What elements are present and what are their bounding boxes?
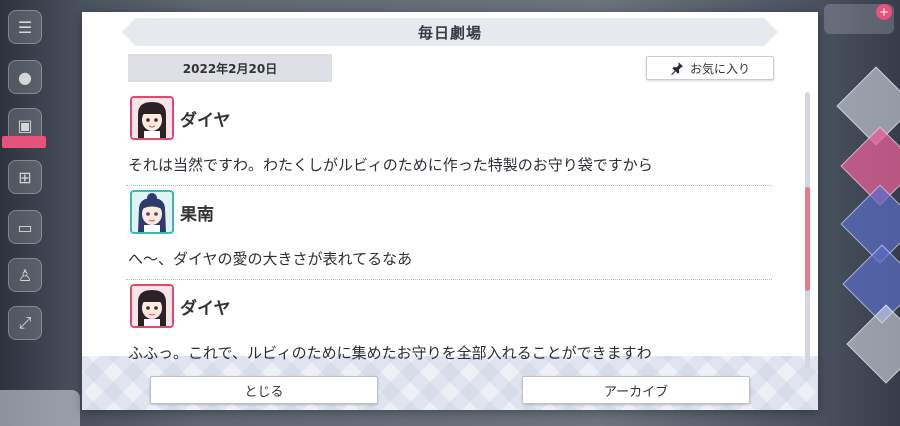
dialog-title-bar: 毎日劇場 (122, 18, 778, 46)
dia-avatar (130, 284, 174, 328)
fullscreen-icon[interactable]: ⤢ (8, 306, 42, 340)
theater-icon[interactable]: ▭ (8, 210, 42, 244)
menu-tile-5[interactable] (846, 304, 900, 384)
trophy-icon[interactable]: ♙ (8, 258, 42, 292)
scrollbar[interactable] (805, 92, 810, 368)
dialog-title: 毎日劇場 (417, 23, 482, 42)
speaker-name: 果南 (180, 205, 214, 225)
close-button[interactable]: とじる (150, 376, 378, 404)
message-text: それは当然ですわ。わたくしがルビィのために作った特製のお守り袋ですから (128, 156, 653, 174)
favorite-button[interactable]: お気に入り (646, 56, 774, 80)
dia-avatar (130, 96, 174, 140)
message-list[interactable]: ダイヤ それは当然ですわ。わたくしがルビィのために作った特製のお守り袋ですから … (126, 92, 772, 368)
message-item: ダイヤ それは当然ですわ。わたくしがルビィのために作った特製のお守り袋ですから (126, 92, 772, 186)
date-label: 2022年2月20日 (128, 54, 332, 82)
left-menu-rail: ☰ ● ▣ ⊞ ▭ ♙ ⤢ (0, 0, 52, 426)
speaker-name: ダイヤ (180, 299, 231, 319)
message-item: ダイヤ ふふっ。これで、ルビィのために集めたお守りを全部入れることができますわ (126, 280, 772, 368)
menu-tile-3[interactable] (840, 184, 900, 264)
pin-icon (671, 62, 683, 75)
present-icon[interactable]: ⊞ (8, 160, 42, 194)
message-item: 果南 へ〜、ダイヤの愛の大きさが表れてるなあ (126, 186, 772, 280)
message-text: ふふっ。これで、ルビィのために集めたお守りを全部入れることができますわ (128, 344, 652, 362)
daily-theater-dialog: 毎日劇場 2022年2月20日 お気に入り ダイヤ それは当然ですわ。わたくしが… (82, 12, 818, 410)
kanan-avatar (130, 190, 174, 234)
notice-icon[interactable]: ● (8, 60, 42, 94)
right-menu-rail: + (818, 0, 900, 426)
archive-button[interactable]: アーカイブ (522, 376, 750, 404)
bottom-left-panel (0, 390, 80, 426)
favorite-label: お気に入り (689, 61, 750, 76)
scrollbar-thumb[interactable] (805, 187, 810, 291)
event-badge (2, 136, 46, 148)
menu-tile-1[interactable] (836, 66, 900, 146)
speaker-name: ダイヤ (180, 111, 231, 131)
menu-icon[interactable]: ☰ (8, 10, 42, 44)
message-text: へ〜、ダイヤの愛の大きさが表れてるなあ (128, 250, 413, 268)
add-currency-icon[interactable]: + (876, 4, 892, 20)
